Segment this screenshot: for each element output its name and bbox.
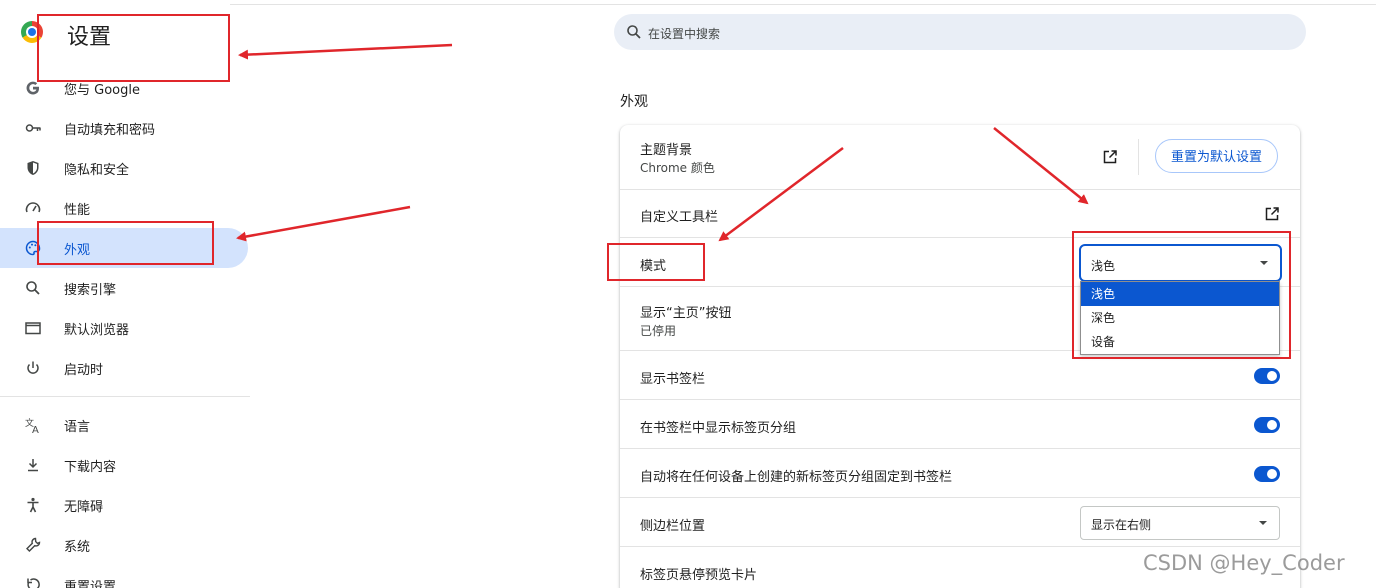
sidebar-item-languages[interactable]: 文 A 语言 bbox=[0, 405, 248, 445]
side-panel-row: 侧边栏位置 显示在右侧 bbox=[620, 497, 1300, 547]
key-icon bbox=[25, 124, 41, 132]
toggle-knob bbox=[1267, 371, 1277, 381]
translate-icon: 文 A bbox=[25, 417, 39, 434]
speedometer-icon bbox=[25, 202, 41, 213]
sidebar-item-label: 下载内容 bbox=[64, 460, 117, 475]
accessibility-icon bbox=[27, 497, 39, 513]
settings-page: 设置 在设置中搜索 您与 Google 自动填充和密码 隐私和安全 性能 外观 … bbox=[0, 0, 1376, 588]
browser-window-icon bbox=[25, 322, 41, 335]
chevron-down-icon bbox=[1259, 521, 1267, 525]
sidebar-item-label: 语言 bbox=[64, 420, 91, 435]
customize-toolbar-label: 自定义工具栏 bbox=[640, 210, 719, 225]
download-icon bbox=[28, 459, 38, 472]
select-value: 显示在右侧 bbox=[1091, 518, 1152, 532]
annotation-box-dropdown bbox=[1072, 231, 1291, 359]
wrench-icon bbox=[26, 537, 41, 552]
auto-pin-row[interactable]: 自动将在任何设备上创建的新标签页分组固定到书签栏 bbox=[620, 448, 1300, 498]
sidebar-item-label: 启动时 bbox=[64, 363, 104, 378]
bookmarks-bar-label: 显示书签栏 bbox=[640, 372, 706, 387]
auto-pin-label: 自动将在任何设备上创建的新标签页分组固定到书签栏 bbox=[640, 470, 953, 485]
sidebar-item-label: 性能 bbox=[64, 203, 91, 218]
sidebar-item-system[interactable]: 系统 bbox=[0, 525, 248, 565]
search-field[interactable]: 在设置中搜索 bbox=[614, 14, 1306, 50]
sidebar-item-label: 重置设置 bbox=[64, 580, 117, 588]
home-button-label: 显示“主页”按钮 bbox=[640, 306, 732, 321]
search-placeholder: 在设置中搜索 bbox=[648, 27, 721, 41]
auto-pin-toggle[interactable] bbox=[1254, 466, 1280, 482]
power-icon bbox=[27, 361, 39, 374]
annotation-box-appearance bbox=[37, 221, 214, 265]
theme-sub: Chrome 颜色 bbox=[640, 161, 715, 175]
sidebar-item-search-engine[interactable]: 搜索引擎 bbox=[0, 268, 248, 308]
watermark: CSDN @Hey_Coder bbox=[1143, 551, 1345, 575]
sidebar-item-accessibility[interactable]: 无障碍 bbox=[0, 485, 248, 525]
sidebar-item-on-startup[interactable]: 启动时 bbox=[0, 348, 248, 388]
sidebar-item-label: 隐私和安全 bbox=[64, 163, 130, 178]
sidebar-item-reset[interactable]: 重置设置 bbox=[0, 565, 248, 588]
search-icon bbox=[627, 25, 641, 39]
toggle-knob bbox=[1267, 469, 1277, 479]
sidebar-item-privacy[interactable]: 隐私和安全 bbox=[0, 148, 248, 188]
annotation-arrow bbox=[238, 43, 453, 60]
top-divider bbox=[230, 4, 1376, 5]
side-panel-label: 侧边栏位置 bbox=[640, 519, 706, 534]
reset-icon bbox=[27, 578, 40, 588]
hover-card-label: 标签页悬停预览卡片 bbox=[640, 568, 758, 583]
sidebar-item-label: 系统 bbox=[64, 540, 91, 555]
vertical-divider bbox=[1138, 139, 1139, 175]
sidebar-divider bbox=[0, 396, 250, 397]
svg-text:A: A bbox=[32, 425, 39, 434]
bookmarks-bar-toggle[interactable] bbox=[1254, 368, 1280, 384]
reset-theme-button[interactable]: 重置为默认设置 bbox=[1155, 139, 1278, 173]
side-panel-select[interactable]: 显示在右侧 bbox=[1080, 506, 1280, 540]
home-button-sub: 已停用 bbox=[640, 324, 677, 338]
open-in-new-icon[interactable] bbox=[1264, 206, 1280, 222]
theme-row[interactable]: 主题背景 Chrome 颜色 重置为默认设置 bbox=[620, 125, 1300, 189]
section-title: 外观 bbox=[620, 94, 648, 110]
theme-label: 主题背景 bbox=[640, 143, 693, 158]
sidebar-item-downloads[interactable]: 下载内容 bbox=[0, 445, 248, 485]
annotation-box-mode bbox=[607, 243, 705, 281]
tab-groups-label: 在书签栏中显示标签页分组 bbox=[640, 421, 797, 436]
toggle-knob bbox=[1267, 420, 1277, 430]
shield-icon bbox=[27, 161, 39, 175]
sidebar-item-label: 默认浏览器 bbox=[64, 323, 130, 338]
sidebar-item-autofill[interactable]: 自动填充和密码 bbox=[0, 108, 248, 148]
sidebar-item-default-browser[interactable]: 默认浏览器 bbox=[0, 308, 248, 348]
search-icon bbox=[26, 281, 40, 295]
tab-groups-row[interactable]: 在书签栏中显示标签页分组 bbox=[620, 399, 1300, 449]
sidebar-item-label: 无障碍 bbox=[64, 500, 104, 515]
sidebar-item-label: 自动填充和密码 bbox=[64, 123, 156, 138]
tab-groups-toggle[interactable] bbox=[1254, 417, 1280, 433]
annotation-box-title bbox=[37, 14, 230, 82]
sidebar-item-label: 搜索引擎 bbox=[64, 283, 117, 298]
annotation-arrow bbox=[236, 205, 411, 242]
open-in-new-icon[interactable] bbox=[1102, 149, 1118, 165]
